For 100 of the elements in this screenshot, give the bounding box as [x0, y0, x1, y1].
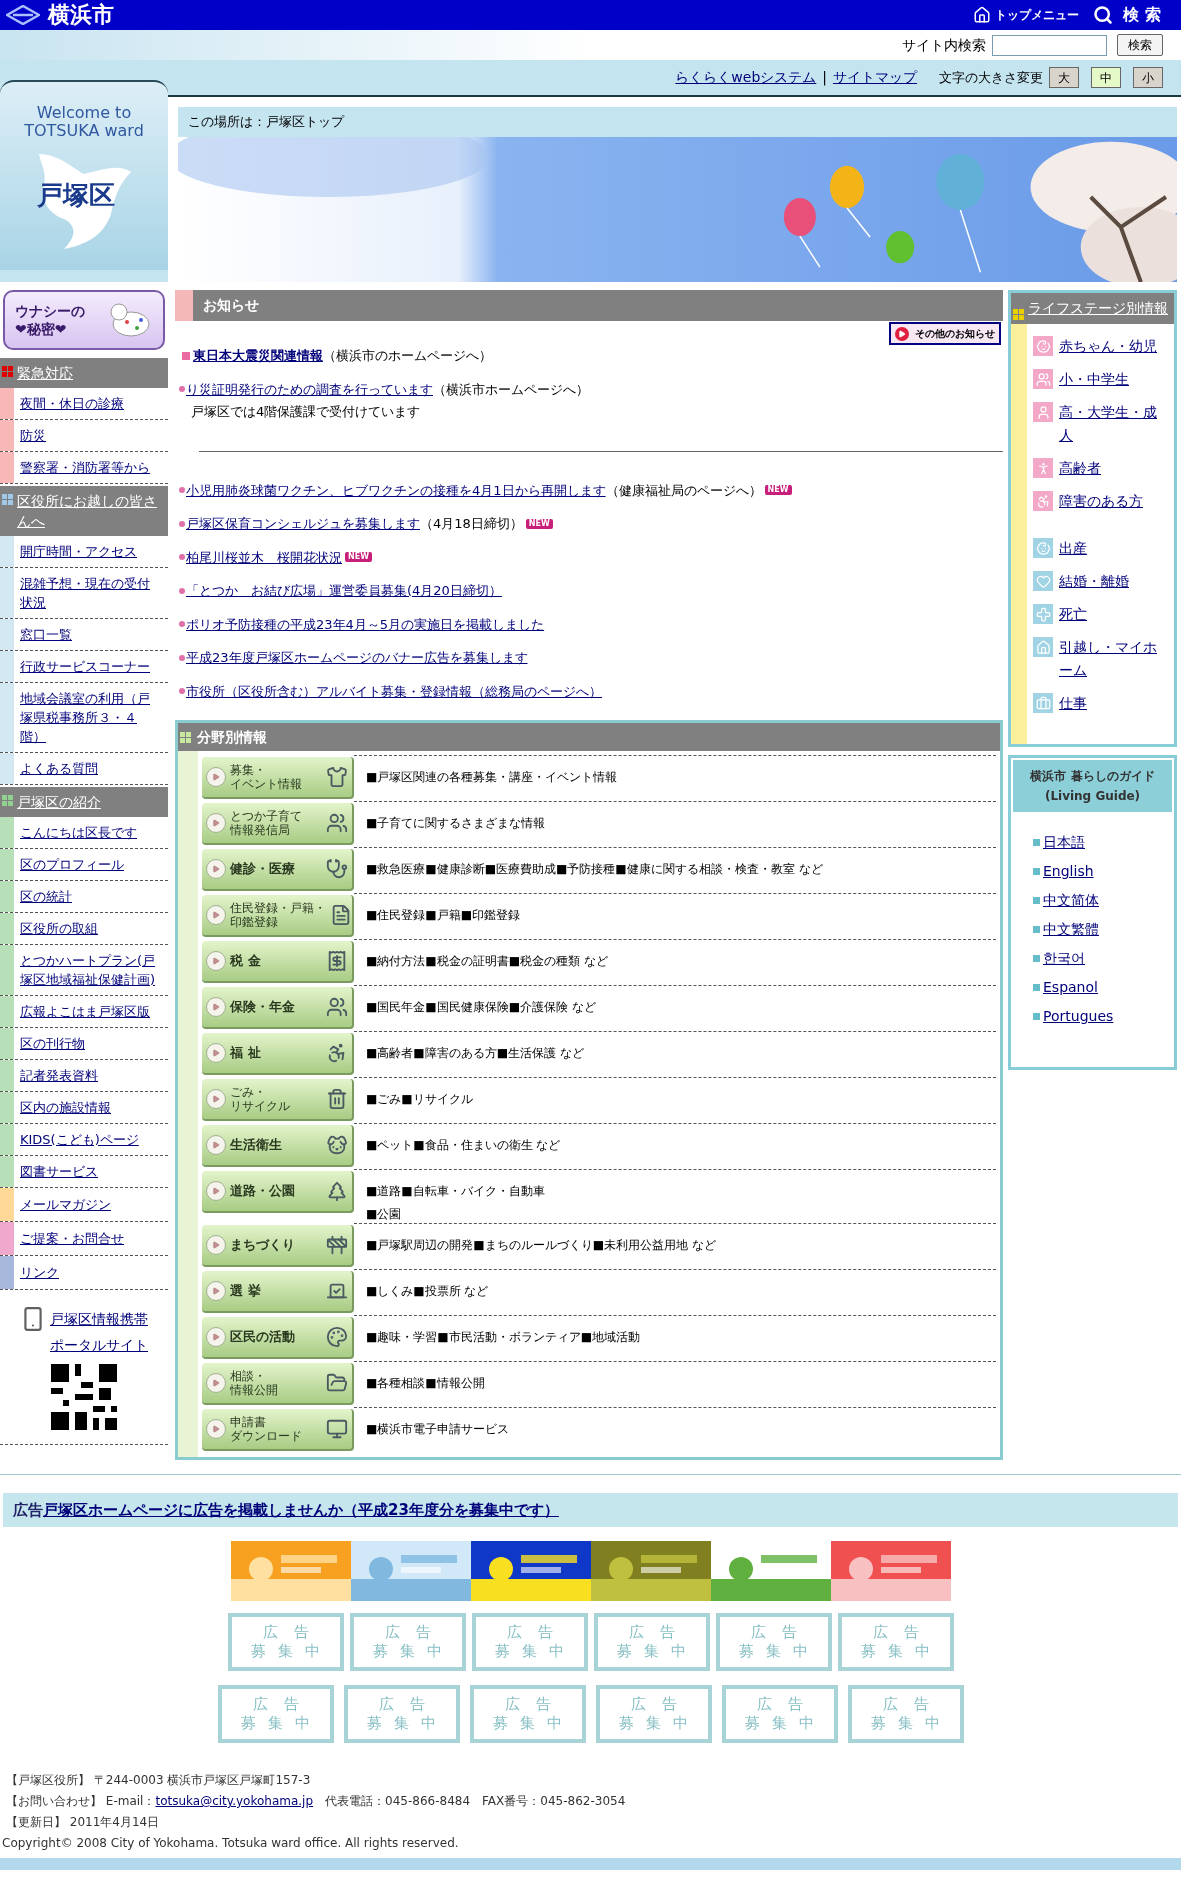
ad-vacancy-text: 広告: [627, 1623, 691, 1642]
footer-address: 【戸塚区役所】 〒244-0003 横浜市戸塚区戸塚町157-3: [6, 1772, 312, 1789]
life-stage-link[interactable]: 高・大学生・成人: [1059, 401, 1170, 447]
email-link[interactable]: totsuka@city.yokohama.jp: [155, 1792, 314, 1810]
category-button[interactable]: 道路・公園: [202, 1171, 354, 1213]
section-title-link[interactable]: 緊急対応: [17, 363, 73, 383]
ad-vacancy-text: 広告: [755, 1695, 819, 1714]
nav-link[interactable]: とつかハートプラン(戸塚区地域福祉保健計画): [14, 945, 168, 995]
category-button[interactable]: 募集・ イベント情報: [202, 757, 354, 799]
nav-link[interactable]: 図書サービス: [14, 1156, 104, 1187]
life-stage-title-link[interactable]: ライフステージ別情報: [1028, 297, 1168, 319]
news-link[interactable]: 柏尾川桜並木 桜開花状況: [186, 547, 342, 567]
nav-link[interactable]: メールマガジン: [14, 1188, 117, 1221]
news-link[interactable]: 市役所（区役所含む）アルバイト募集・登録情報（総務局のページへ）: [186, 681, 602, 701]
nav-link[interactable]: 警察署・消防署等から: [14, 452, 156, 483]
nav-link[interactable]: 区の刊行物: [14, 1028, 91, 1059]
nav-link[interactable]: 混雑予想・現在の受付状況: [14, 568, 168, 618]
news-subtext: 戸塚区では4階保護課で受付けています: [190, 403, 422, 421]
ad-vacancy-text: 募集中: [616, 1642, 698, 1661]
language-link[interactable]: 中文繁體: [1043, 919, 1099, 940]
language-link[interactable]: 한국어: [1043, 948, 1085, 969]
category-button[interactable]: 区民の活動: [202, 1317, 354, 1359]
news-link[interactable]: 「とつか お結び広場」運営委員募集(4月20日締切）: [186, 581, 502, 601]
section-title-link[interactable]: 戸塚区の紹介: [17, 792, 101, 812]
nav-link[interactable]: よくある質問: [14, 753, 104, 784]
ad-vacancy-text: 広告: [749, 1623, 813, 1642]
font-size-button[interactable]: 大: [1049, 67, 1079, 88]
font-size-button[interactable]: 中: [1091, 67, 1121, 88]
life-stage-link[interactable]: 結婚・離婚: [1059, 570, 1129, 593]
ad-vacancy-text: 募集中: [250, 1642, 332, 1661]
search-button[interactable]: 検索: [1117, 34, 1163, 56]
category-button[interactable]: まちづくり: [202, 1225, 354, 1267]
category-button[interactable]: 相談・ 情報公開: [202, 1363, 354, 1405]
welcome-text: Welcome to TOTSUKA ward: [24, 104, 144, 140]
category-button[interactable]: 福 祉: [202, 1033, 354, 1075]
life-stage-link[interactable]: 障害のある方: [1059, 490, 1143, 513]
font-size-button[interactable]: 小: [1133, 67, 1163, 88]
more-news-button[interactable]: その他のお知らせ: [889, 322, 1001, 345]
nav-link[interactable]: 区内の施設情報: [14, 1092, 117, 1123]
life-stage-link[interactable]: 仕事: [1059, 692, 1087, 715]
category-button[interactable]: 税 金: [202, 941, 354, 983]
category-description: ■住民登録■戸籍■印鑑登録: [366, 907, 521, 924]
category-title: 分野別情報: [197, 727, 267, 747]
news-link[interactable]: 平成23年度戸塚区ホームページのバナー広告を募集します: [186, 648, 528, 668]
nav-link[interactable]: 地域会議室の利用（戸塚県税事務所３・４階）: [14, 683, 168, 752]
category-button[interactable]: 保険・年金: [202, 987, 354, 1029]
nav-link[interactable]: 区のプロフィール: [14, 849, 130, 880]
language-link[interactable]: Espanol: [1043, 977, 1098, 998]
nav-link[interactable]: 防災: [14, 420, 52, 451]
life-stage-link[interactable]: 高齢者: [1059, 457, 1101, 480]
category-button[interactable]: 健診・医療: [202, 849, 354, 891]
sitemap-link[interactable]: サイトマップ: [833, 67, 917, 88]
top-menu-link[interactable]: トップメニュー: [995, 6, 1080, 24]
nav-link[interactable]: 行政サービスコーナー: [14, 651, 156, 682]
nav-link[interactable]: 広報よこはま戸塚区版: [14, 996, 156, 1027]
language-link[interactable]: English: [1043, 861, 1094, 882]
font-size-label: 文字の大きさ変更: [939, 68, 1043, 87]
category-button[interactable]: 生活衛生: [202, 1125, 354, 1167]
ad-link[interactable]: 戸塚区ホームページに広告を掲載しませんか（平成23年度分を募集中です）: [43, 1498, 559, 1522]
news-link[interactable]: 東日本大震災関連情報: [193, 346, 323, 366]
easy-web-link[interactable]: らくらくwebシステム: [675, 67, 817, 88]
category-button[interactable]: ごみ・ リサイクル: [202, 1079, 354, 1121]
nav-link[interactable]: 窓口一覧: [14, 619, 78, 650]
category-button[interactable]: 住民登録・戸籍・ 印鑑登録: [202, 895, 354, 937]
nav-link[interactable]: こんにちは区長です: [14, 817, 143, 848]
news-link[interactable]: 戸塚区保育コンシェルジュを募集します: [186, 514, 420, 534]
search-link[interactable]: 検 索: [1123, 3, 1161, 27]
nav-link[interactable]: 夜間・休日の診療: [14, 388, 130, 419]
section-title-link[interactable]: 区役所にお越しの皆さんへ: [17, 491, 166, 531]
nav-link[interactable]: 開庁時間・アクセス: [14, 536, 143, 567]
ad-vacancy-text: 広告: [251, 1695, 315, 1714]
nav-link[interactable]: 区役所の取組: [14, 913, 104, 944]
life-stage-link[interactable]: 引越し・マイホーム: [1059, 636, 1170, 682]
language-link[interactable]: 日本語: [1043, 832, 1085, 853]
category-button[interactable]: とつか子育て 情報発信局: [202, 803, 354, 845]
ad-vacancy-text: 広告: [871, 1623, 935, 1642]
life-stage-link[interactable]: 小・中学生: [1059, 368, 1129, 391]
mobile-portal-link[interactable]: 戸塚区情報携帯 ポータルサイト: [50, 1306, 148, 1358]
nav-link[interactable]: リンク: [14, 1256, 65, 1289]
feature-banner[interactable]: ウナシーの ❤秘密❤: [3, 290, 165, 350]
life-stage-link[interactable]: 赤ちゃん・幼児: [1059, 335, 1157, 358]
nav-link[interactable]: 区の統計: [14, 881, 78, 912]
link-separator: |: [822, 68, 827, 88]
category-button[interactable]: 選 挙: [202, 1271, 354, 1313]
life-stage-link[interactable]: 出産: [1059, 537, 1087, 560]
news-title: お知らせ: [203, 296, 259, 315]
nav-link[interactable]: KIDS(こども)ページ: [14, 1124, 145, 1155]
nav-link[interactable]: ご提案・お問合せ: [14, 1222, 130, 1255]
category-button[interactable]: 申請書 ダウンロード: [202, 1409, 354, 1451]
news-link[interactable]: り災証明発行のための調査を行っています: [186, 379, 433, 399]
language-link[interactable]: Portugues: [1043, 1006, 1114, 1027]
news-link[interactable]: 小児用肺炎球菌ワクチン、ヒブワクチンの接種を4月1日から再開します: [186, 480, 606, 500]
news-note: （横浜市ホームページへ）: [433, 380, 589, 399]
language-link[interactable]: 中文简体: [1043, 890, 1099, 911]
category-description: ■救急医療■健康診断■医療費助成■予防接種■健康に関する相談・検査・教室 など: [366, 861, 824, 878]
news-link[interactable]: ポリオ予防接種の平成23年4月～5月の実施日を掲載しました: [186, 614, 545, 634]
life-stage-link[interactable]: 死亡: [1059, 603, 1087, 626]
category-description: ■ペット■食品・住まいの衛生 など: [366, 1137, 562, 1154]
news-note: （4月18日締切）: [420, 515, 523, 533]
nav-link[interactable]: 記者発表資料: [14, 1060, 104, 1091]
